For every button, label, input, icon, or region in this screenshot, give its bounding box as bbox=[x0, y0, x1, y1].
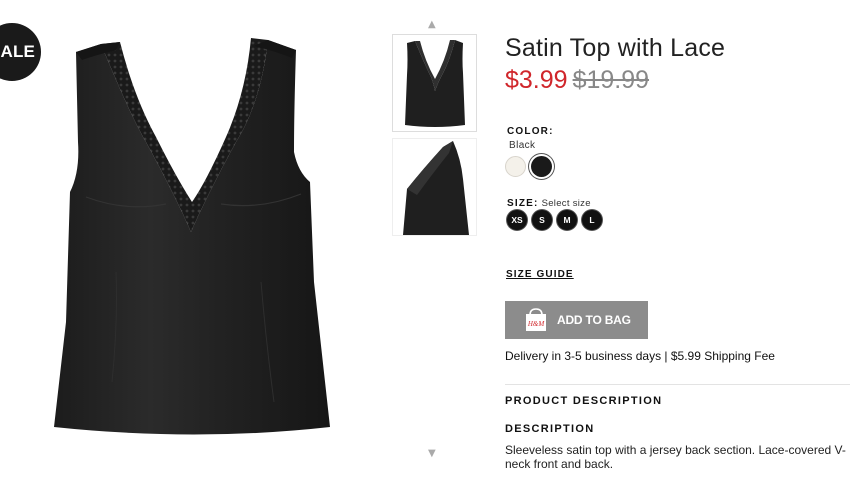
description-text: Sleeveless satin top with a jersey back … bbox=[505, 443, 846, 471]
size-label: SIZE: bbox=[507, 198, 539, 209]
product-title: Satin Top with Lace bbox=[505, 34, 726, 62]
size-hint: Select size bbox=[541, 198, 591, 209]
description-heading: DESCRIPTION bbox=[505, 423, 595, 435]
add-to-bag-label: ADD TO BAG bbox=[557, 313, 631, 327]
selected-color: Black bbox=[509, 140, 536, 151]
thumbnail-back[interactable] bbox=[392, 138, 477, 236]
price-row: $3.99 $19.99 bbox=[505, 66, 649, 95]
product-details-panel: Satin Top with Lace $3.99 $19.99 COLOR: B… bbox=[505, 0, 850, 479]
size-row: SIZE: Select size bbox=[507, 193, 591, 211]
size-option-l[interactable]: L bbox=[582, 210, 602, 230]
thumbnail-gallery: ▲ ▼ bbox=[390, 20, 480, 465]
sale-badge: SALE bbox=[0, 23, 41, 81]
shopping-bag-icon: H&M bbox=[526, 308, 546, 331]
scroll-up-icon[interactable]: ▲ bbox=[428, 20, 436, 30]
size-option-s[interactable]: S bbox=[532, 210, 552, 230]
color-label: COLOR: bbox=[507, 126, 554, 137]
scroll-down-icon[interactable]: ▼ bbox=[428, 449, 436, 459]
original-price: $19.99 bbox=[572, 66, 650, 94]
swatch-black[interactable] bbox=[531, 156, 552, 177]
size-guide-link[interactable]: SIZE GUIDE bbox=[506, 269, 574, 280]
swatch-white[interactable] bbox=[505, 156, 526, 177]
main-product-image[interactable] bbox=[46, 22, 346, 442]
size-option-xs[interactable]: XS bbox=[507, 210, 527, 230]
sale-price: $3.99 bbox=[505, 66, 568, 94]
product-description-heading[interactable]: PRODUCT DESCRIPTION bbox=[505, 395, 662, 407]
thumbnail-front[interactable] bbox=[392, 34, 477, 132]
size-option-m[interactable]: M bbox=[557, 210, 577, 230]
section-divider bbox=[505, 384, 850, 385]
delivery-info: Delivery in 3-5 business days | $5.99 Sh… bbox=[505, 349, 775, 363]
add-to-bag-button[interactable]: H&M ADD TO BAG bbox=[505, 301, 648, 339]
brand-logo-text: H&M bbox=[527, 320, 546, 328]
